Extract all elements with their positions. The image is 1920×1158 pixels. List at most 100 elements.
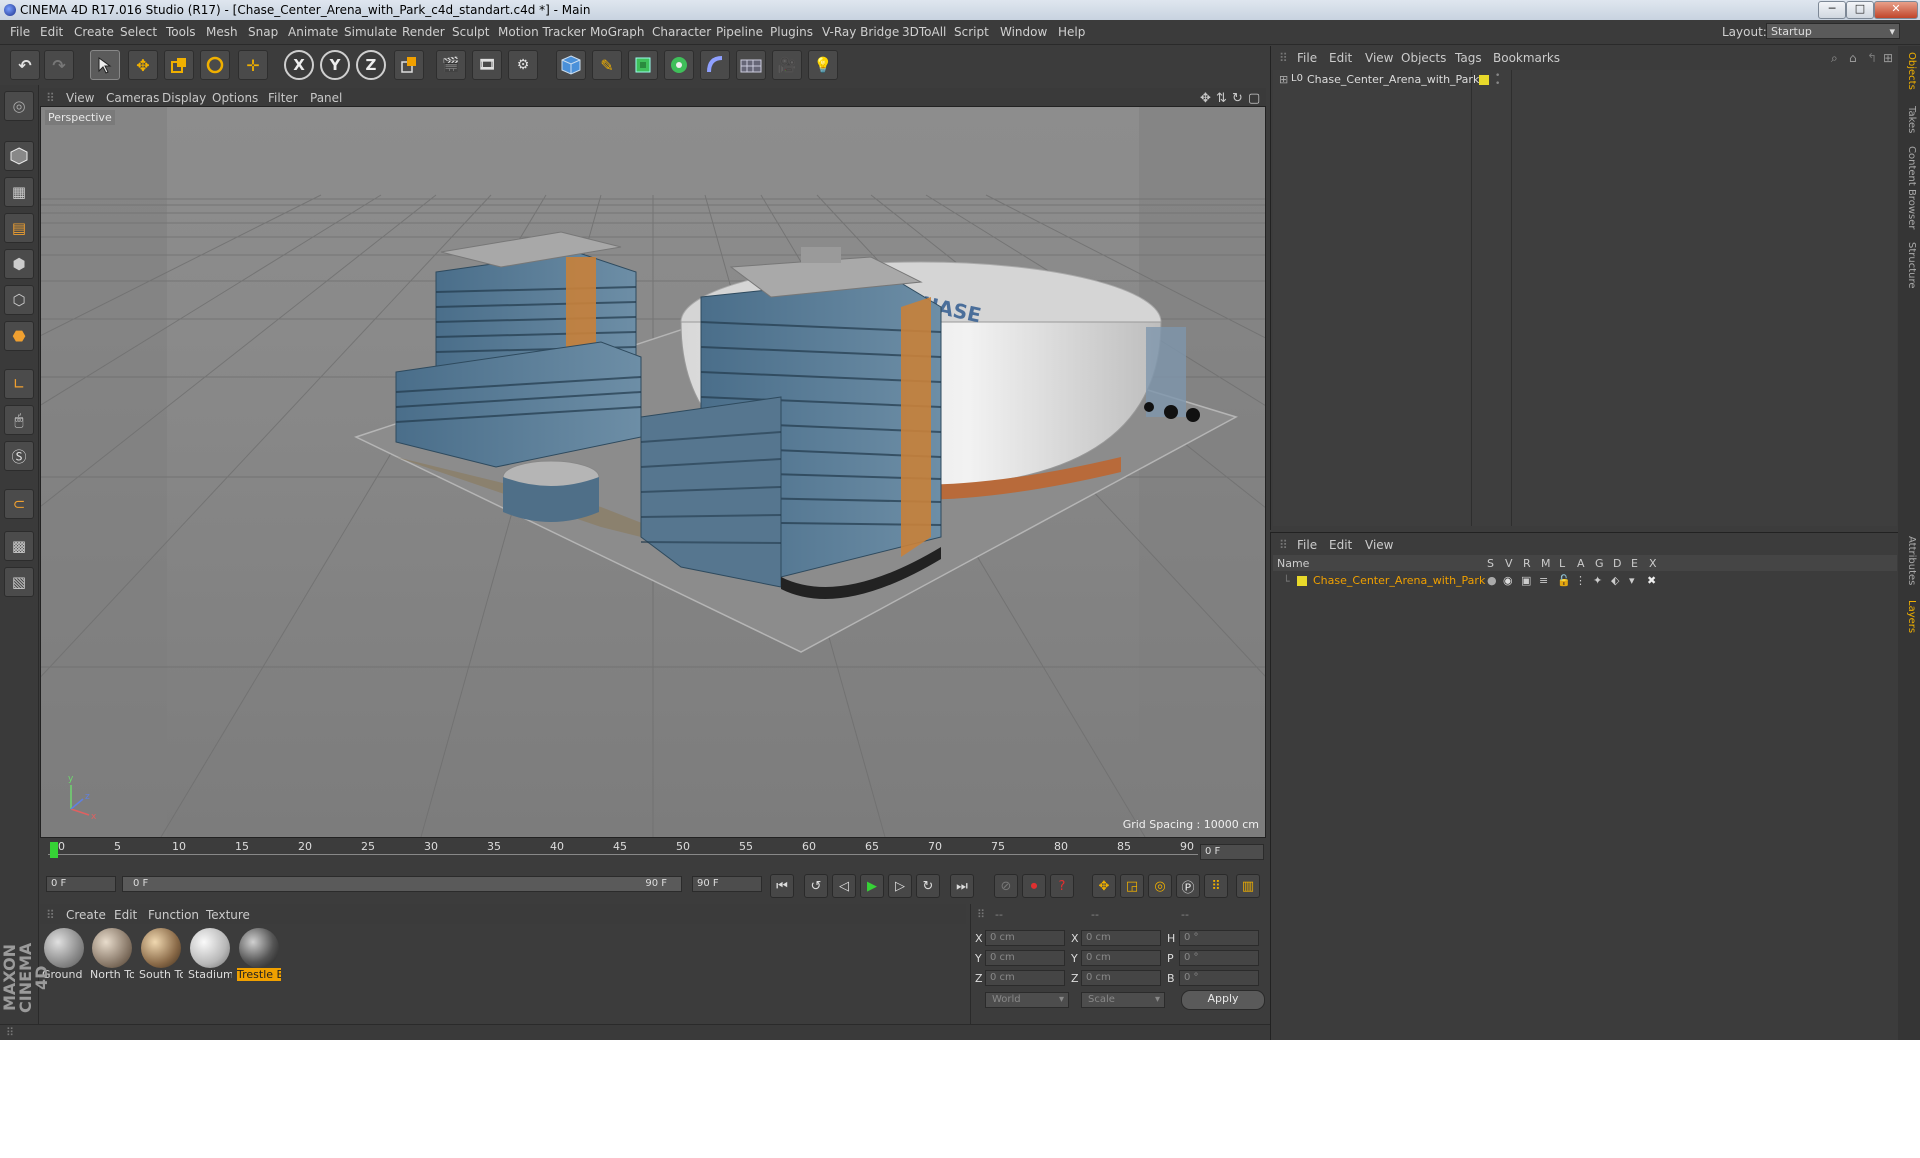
menu-3dtoall[interactable]: 3DToAll [902, 25, 946, 39]
home-icon[interactable]: ⌂ [1849, 51, 1857, 65]
close-button[interactable]: ✕ [1874, 1, 1918, 19]
layer-menu-edit[interactable]: Edit [1329, 538, 1352, 552]
render-picture-viewer-button[interactable]: 🎞 [472, 50, 502, 80]
new-panel-icon[interactable]: ⊞ [1883, 51, 1893, 65]
menu-simulate[interactable]: Simulate [344, 25, 397, 39]
search-icon[interactable]: ⌕ [1831, 51, 1838, 66]
coordinate-system-button[interactable] [394, 50, 424, 80]
maximize-view-icon[interactable]: ▢ [1248, 91, 1260, 106]
layer-row[interactable]: └ Chase_Center_Arena_with_Park ● ◉ ▣ ≡ 🔓… [1273, 573, 1897, 589]
minimize-button[interactable]: ─ [1818, 1, 1846, 19]
expression-toggle-icon[interactable]: ▾ [1629, 574, 1635, 587]
magnet-button[interactable]: ⊂ [4, 489, 34, 519]
material-north-tower[interactable]: North To [90, 928, 134, 988]
key-pla-button[interactable]: ⠿ [1204, 874, 1228, 898]
zoom-view-icon[interactable]: ⇅ [1216, 91, 1227, 106]
redo-button[interactable]: ↷ [44, 50, 74, 80]
timeline-ruler[interactable]: 0 5 10 15 20 25 30 35 40 45 50 55 60 65 … [40, 840, 1266, 862]
object-row[interactable]: ⊞ L0 Chase_Center_Arena_with_Park • • [1273, 72, 1509, 89]
next-frame-button[interactable]: ▷ [888, 874, 912, 898]
object-menu-file[interactable]: File [1297, 51, 1317, 65]
generator-toggle-icon[interactable]: ✦ [1593, 574, 1602, 587]
deformer-button[interactable] [700, 50, 730, 80]
material-menu-function[interactable]: Function [148, 908, 199, 922]
viewport-menu-options[interactable]: Options [212, 91, 258, 105]
rotation-b-field[interactable]: 0 ° [1179, 970, 1259, 986]
cloner-button[interactable] [664, 50, 694, 80]
polygons-mode-button[interactable]: ⬣ [4, 321, 34, 351]
menu-sculpt[interactable]: Sculpt [452, 25, 489, 39]
key-scale-button[interactable]: ◲ [1120, 874, 1144, 898]
tab-objects[interactable]: Objects [1901, 52, 1917, 90]
solo-toggle-icon[interactable]: ● [1487, 574, 1497, 587]
start-frame-field[interactable]: 0 F [46, 876, 116, 892]
menu-window[interactable]: Window [1000, 25, 1047, 39]
menu-file[interactable]: File [10, 25, 30, 39]
snap-button[interactable]: Ⓢ [4, 441, 34, 471]
tab-attributes[interactable]: Attributes [1901, 536, 1917, 585]
end-frame-field[interactable]: 90 F [692, 876, 762, 892]
floor-button[interactable] [736, 50, 766, 80]
manager-toggle-icon[interactable]: ≡ [1539, 574, 1548, 587]
axis-y-button[interactable]: Y [320, 50, 350, 80]
material-menu-texture[interactable]: Texture [206, 908, 250, 922]
menu-character[interactable]: Character [652, 25, 711, 39]
size-mode-select[interactable]: Scale ▾ [1081, 992, 1165, 1008]
coordinate-space-select[interactable]: World ▾ [985, 992, 1069, 1008]
previous-frame-button[interactable]: ◁ [832, 874, 856, 898]
planar-workplane-button[interactable]: ▧ [4, 567, 34, 597]
model-mode-button[interactable] [4, 141, 34, 171]
menu-vray-bridge[interactable]: V-Ray Bridge [822, 25, 899, 39]
menu-mograph[interactable]: MoGraph [590, 25, 645, 39]
timeline-window-button[interactable]: ▥ [1236, 874, 1260, 898]
material-stadium[interactable]: Stadium [188, 928, 232, 988]
lock-workplane-button[interactable]: ▩ [4, 531, 34, 561]
arrow-icon[interactable]: ↰ [1867, 51, 1877, 65]
menu-mesh[interactable]: Mesh [206, 25, 238, 39]
rotate-view-icon[interactable]: ↻ [1232, 91, 1243, 106]
tweak-mode-button[interactable]: 🖱 [4, 405, 34, 435]
axis-z-button[interactable]: Z [356, 50, 386, 80]
tab-layers[interactable]: Layers [1901, 600, 1917, 633]
menu-tools[interactable]: Tools [166, 25, 196, 39]
object-menu-edit[interactable]: Edit [1329, 51, 1352, 65]
next-key-button[interactable]: ↻ [916, 874, 940, 898]
layer-name[interactable]: Chase_Center_Arena_with_Park [1313, 574, 1485, 587]
keyframe-selection-button[interactable]: ? [1050, 874, 1074, 898]
material-trestle[interactable]: Trestle E [237, 928, 281, 988]
material-menu-create[interactable]: Create [66, 908, 106, 922]
spline-pen-button[interactable]: ✎ [592, 50, 622, 80]
scale-tool-button[interactable] [164, 50, 194, 80]
cube-button[interactable] [556, 50, 586, 80]
previous-key-button[interactable]: ↺ [804, 874, 828, 898]
viewport-menu-view[interactable]: View [66, 91, 94, 105]
menu-snap[interactable]: Snap [248, 25, 278, 39]
move-tool-button[interactable]: ✥ [128, 50, 158, 80]
workplane-mode-button[interactable]: ▤ [4, 213, 34, 243]
key-position-button[interactable]: ✥ [1092, 874, 1116, 898]
frame-range-slider[interactable]: 0 F 90 F [122, 876, 682, 892]
menu-plugins[interactable]: Plugins [770, 25, 813, 39]
rotation-h-field[interactable]: 0 ° [1179, 930, 1259, 946]
visibility-dots-icon[interactable]: • • [1495, 72, 1500, 89]
expand-icon[interactable]: ⊞ [1279, 73, 1288, 86]
position-x-field[interactable]: 0 cm [985, 930, 1065, 946]
deformer-toggle-icon[interactable]: ⬖ [1611, 574, 1619, 587]
record-keys-button[interactable]: ⊘ [994, 874, 1018, 898]
timeline-playhead[interactable] [50, 842, 58, 858]
menu-create[interactable]: Create [74, 25, 114, 39]
autokey-button[interactable]: ⏺ [1022, 874, 1046, 898]
object-menu-view[interactable]: View [1365, 51, 1393, 65]
go-to-start-button[interactable]: ⏮ [770, 874, 794, 898]
layout-select[interactable]: Startup ▾ [1766, 23, 1900, 39]
viewport-menu-display[interactable]: Display [162, 91, 206, 105]
undo-button[interactable]: ↶ [10, 50, 40, 80]
material-south-tower[interactable]: South To [139, 928, 183, 988]
perspective-viewport[interactable]: CHASE y x z Perspective Grid Spacing: 1… [40, 106, 1266, 838]
menu-motion-tracker[interactable]: Motion Tracker [498, 25, 586, 39]
position-y-field[interactable]: 0 cm [985, 950, 1065, 966]
apply-button[interactable]: Apply [1181, 990, 1265, 1010]
menu-select[interactable]: Select [120, 25, 157, 39]
size-x-field[interactable]: 0 cm [1081, 930, 1161, 946]
tab-structure[interactable]: Structure [1901, 242, 1917, 289]
